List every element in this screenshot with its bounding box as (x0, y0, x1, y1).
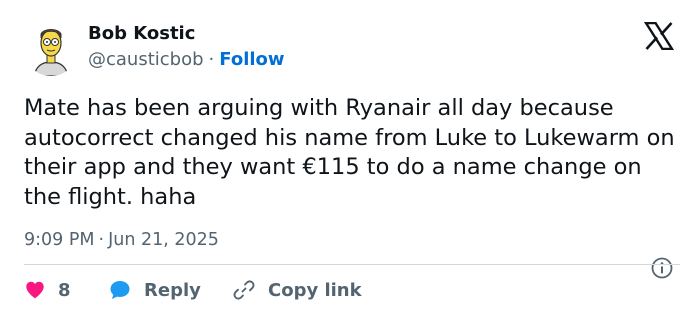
copy-link-label: Copy link (268, 279, 362, 301)
tweet-time: 9:09 PM (24, 230, 95, 250)
tweet-timestamp[interactable]: 9:09 PM · Jun 21, 2025 (24, 228, 219, 252)
like-count: 8 (58, 279, 71, 301)
like-button[interactable]: 8 (24, 278, 71, 302)
author-display-name[interactable]: Bob Kostic (88, 22, 195, 46)
author-avatar[interactable] (24, 22, 78, 76)
handle-separator: · (208, 49, 215, 70)
speech-bubble-icon (110, 281, 130, 299)
tweet-embed-card: Bob Kostic @causticbob · Follow Mate has b… (0, 0, 700, 318)
x-logo-icon[interactable] (643, 21, 675, 51)
meta-separator: · (98, 230, 105, 250)
reply-button[interactable]: Reply (108, 278, 201, 302)
tweet-date: Jun 21, 2025 (108, 230, 219, 250)
copy-link-button[interactable]: Copy link (232, 278, 362, 302)
author-handle-row: @causticbob · Follow (88, 48, 285, 72)
info-icon[interactable] (650, 256, 674, 280)
follow-button[interactable]: Follow (219, 49, 284, 70)
link-icon (233, 280, 255, 300)
cartoon-avatar-icon (24, 22, 78, 76)
heart-icon (26, 281, 44, 299)
divider (24, 264, 680, 265)
author-handle[interactable]: @causticbob (88, 49, 204, 70)
reply-label: Reply (144, 279, 201, 301)
tweet-text: Mate has been arguing with Ryanair all d… (24, 95, 675, 210)
